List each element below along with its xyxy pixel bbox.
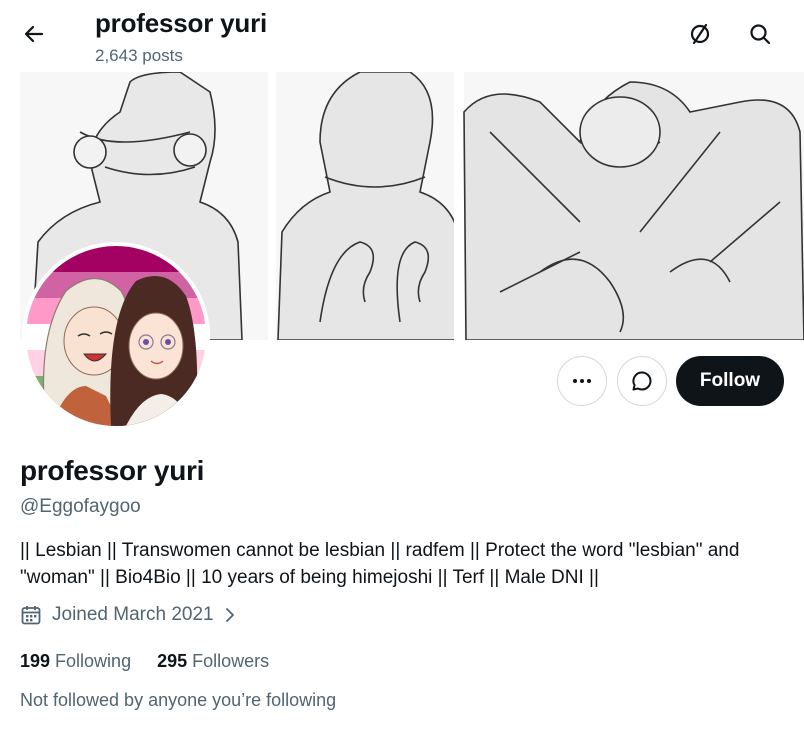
- display-name: professor yuri: [20, 455, 205, 486]
- more-options-button[interactable]: [557, 356, 607, 406]
- joined-date-link[interactable]: Joined March 2021: [20, 604, 238, 626]
- avatar[interactable]: [22, 242, 210, 430]
- arrow-left-icon: [24, 25, 44, 43]
- followed-by-note: Not followed by anyone you’re following: [20, 690, 337, 710]
- timeline-toggle-button[interactable]: [680, 14, 720, 54]
- top-bar: professor yuri 2,643 posts: [0, 0, 804, 72]
- search-icon: [750, 24, 771, 45]
- message-button[interactable]: [617, 356, 667, 406]
- follow-button[interactable]: Follow: [676, 356, 784, 406]
- back-button[interactable]: [14, 14, 54, 54]
- profile-bio: || Lesbian || Transwomen cannot be lesbi…: [20, 540, 740, 588]
- chevron-right-icon: [222, 607, 238, 623]
- post-count: 2,643 posts: [95, 46, 183, 65]
- search-button[interactable]: [740, 14, 780, 54]
- avatar-image: [26, 246, 206, 426]
- joined-date: Joined March 2021: [52, 604, 214, 625]
- header-title: professor yuri: [95, 8, 268, 38]
- message-icon: [632, 371, 652, 391]
- user-handle: @Eggofaygoo: [20, 496, 141, 517]
- follow-stats: 199 Following 295 Followers: [20, 651, 295, 672]
- followers-label: Followers: [192, 651, 270, 671]
- more-horizontal-icon: [573, 379, 591, 383]
- following-link[interactable]: 199 Following: [20, 651, 131, 672]
- followers-link[interactable]: 295 Followers: [157, 651, 269, 672]
- following-label: Following: [55, 651, 132, 671]
- calendar-icon: [20, 604, 42, 626]
- timeline-off-icon: [690, 23, 710, 45]
- following-count: 199: [20, 651, 56, 671]
- followers-count: 295: [157, 651, 193, 671]
